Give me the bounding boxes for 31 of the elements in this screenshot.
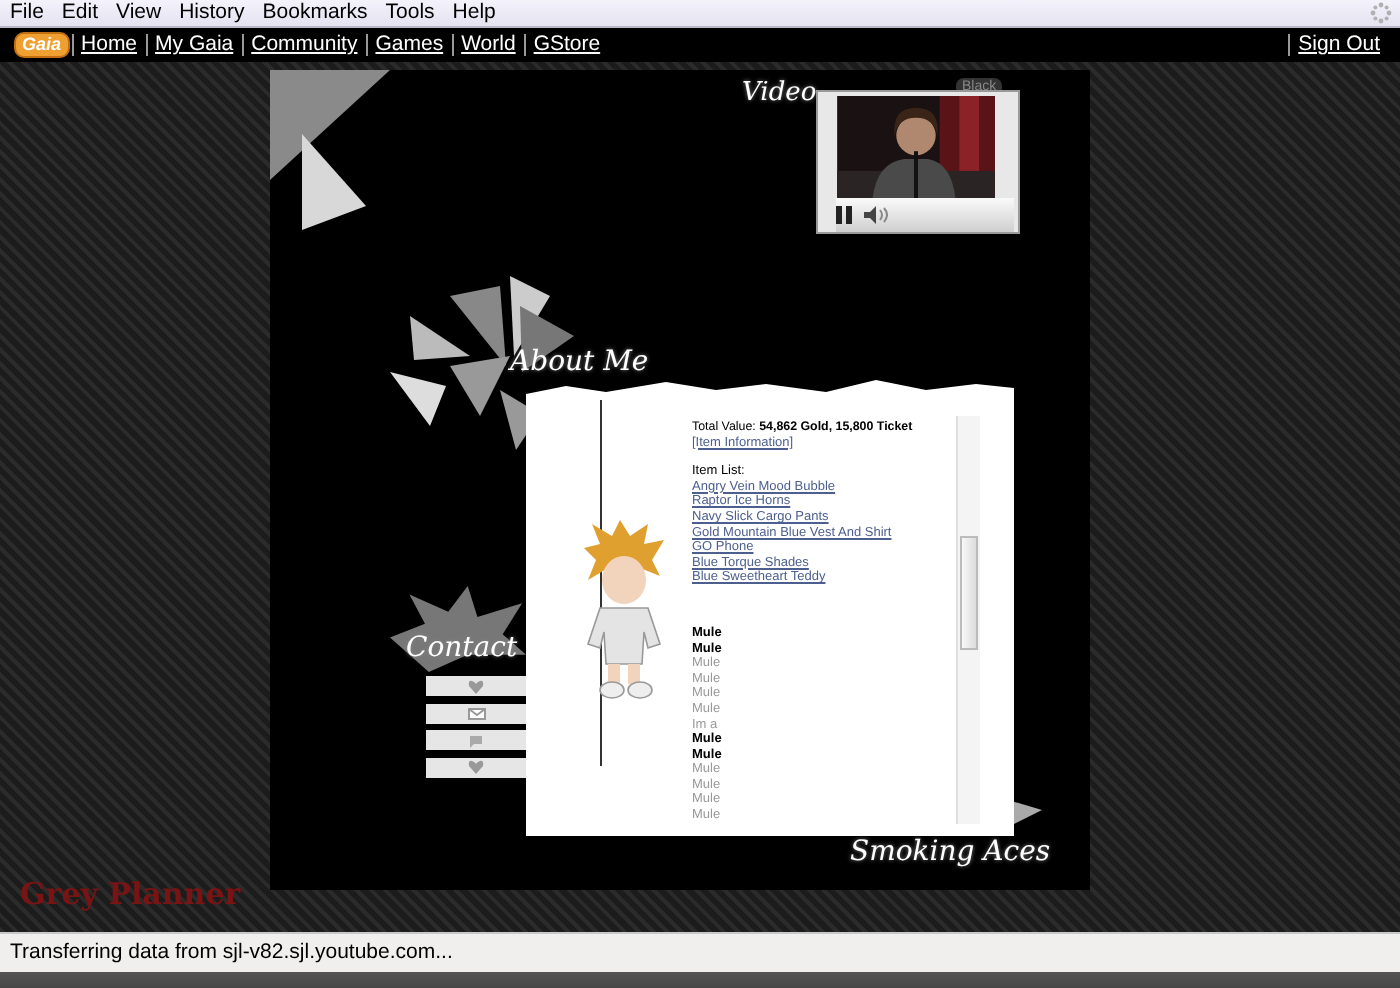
section-title: About Me bbox=[510, 346, 649, 378]
menu-item[interactable]: History bbox=[179, 0, 245, 26]
nav-link[interactable]: Community bbox=[241, 34, 366, 56]
chat-icon bbox=[468, 733, 484, 747]
status-text: Transferring data from sjl-v82.sjl.youtube.com... bbox=[8, 938, 453, 964]
contact-button[interactable] bbox=[426, 757, 526, 777]
scrollbar[interactable] bbox=[956, 416, 980, 824]
menu-item[interactable]: Tools bbox=[385, 0, 435, 26]
nav-link[interactable]: World bbox=[451, 34, 524, 56]
nav-link[interactable]: Home bbox=[71, 34, 146, 56]
contact-button[interactable] bbox=[426, 703, 526, 723]
envelope-icon bbox=[467, 707, 485, 719]
nav-link[interactable]: GStore bbox=[523, 34, 609, 56]
menu-item[interactable]: View bbox=[116, 0, 162, 26]
heart-icon bbox=[468, 760, 484, 774]
menu-item[interactable]: Bookmarks bbox=[262, 0, 368, 26]
loading-throbber-icon bbox=[1370, 2, 1392, 24]
nav-link[interactable]: Games bbox=[365, 34, 452, 56]
heart-icon bbox=[468, 679, 484, 693]
section-title: Video bbox=[742, 78, 817, 108]
site-title: Grey Planner bbox=[20, 876, 241, 912]
menu-item[interactable]: Help bbox=[452, 0, 496, 26]
nav-link[interactable]: My Gaia bbox=[145, 34, 242, 56]
section-title: Contact bbox=[406, 632, 518, 664]
menu-item[interactable]: Edit bbox=[61, 0, 99, 26]
pause-icon[interactable] bbox=[836, 206, 852, 225]
menu-item[interactable]: File bbox=[10, 0, 44, 26]
section-title: Smoking Aces bbox=[850, 836, 1051, 868]
starburst-drawing bbox=[390, 586, 526, 672]
volume-icon[interactable] bbox=[864, 206, 888, 225]
sign-out-link[interactable]: Sign Out bbox=[1288, 34, 1388, 56]
